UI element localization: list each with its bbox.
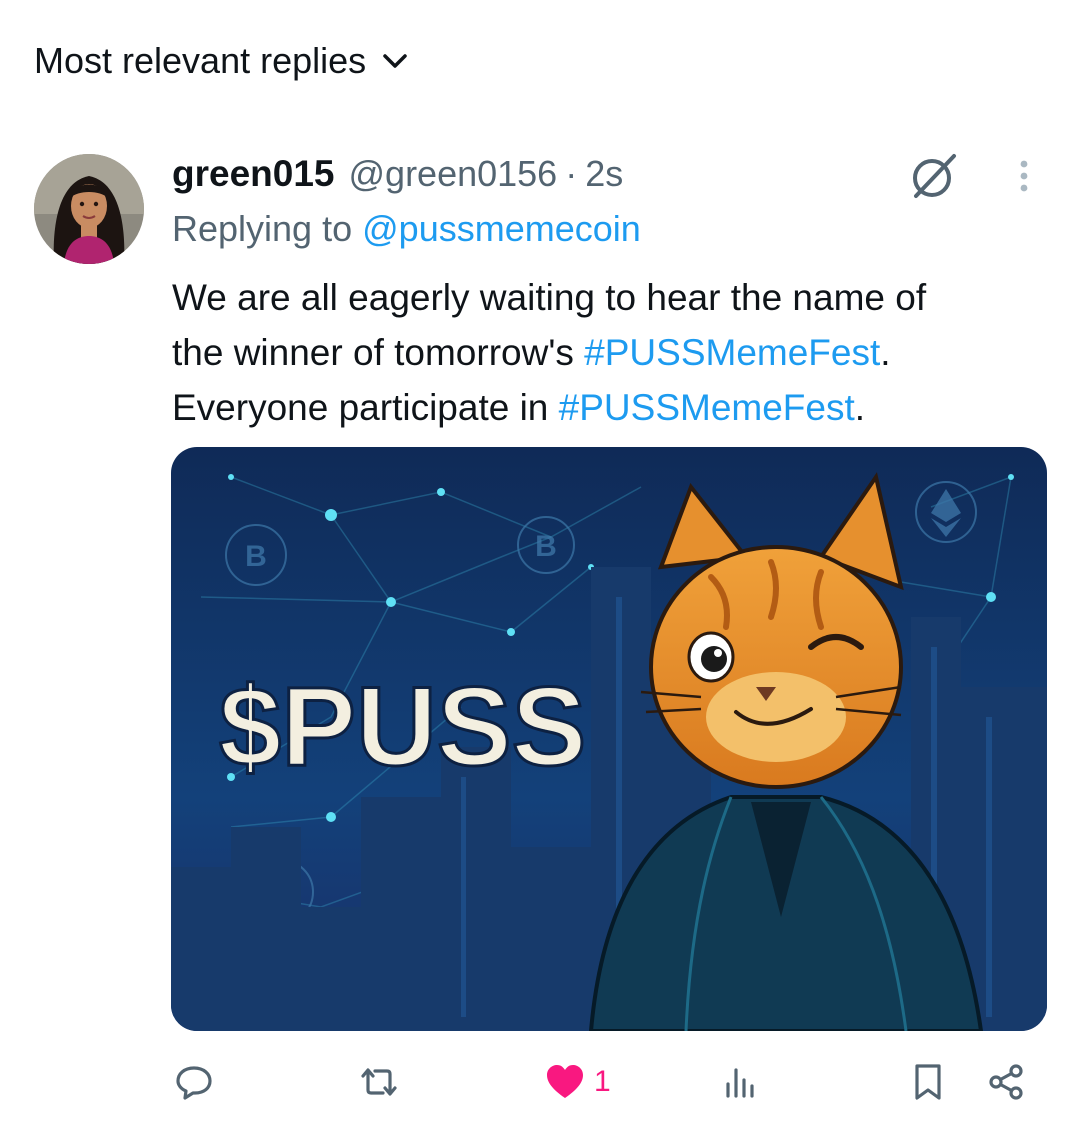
media-headline: $PUSS xyxy=(219,664,586,789)
replying-handle-link[interactable]: @pussmemecoin xyxy=(362,208,641,249)
heart-filled-icon xyxy=(544,1062,586,1102)
text-segment: . xyxy=(880,332,891,373)
share-button[interactable] xyxy=(986,1058,1026,1106)
bookmark-icon xyxy=(910,1062,946,1102)
more-options-icon[interactable] xyxy=(1006,152,1042,204)
tweet-header: green015 @green0156 · 2s xyxy=(172,150,623,198)
text-segment: Everyone participate in xyxy=(172,387,549,428)
user-handle[interactable]: @green0156 xyxy=(349,153,558,195)
views-button[interactable] xyxy=(722,1058,758,1106)
hashtag-link[interactable]: #PUSSMemeFest xyxy=(584,332,880,373)
display-name[interactable]: green015 xyxy=(172,153,335,195)
tweet-text-line-2: the winner of tomorrow's #PUSSMemeFest. xyxy=(172,325,1032,380)
tweet-media-image[interactable]: B B $PUSS xyxy=(171,447,1047,1031)
tweet-text-line-1: We are all eagerly waiting to hear the n… xyxy=(172,277,927,318)
retweet-button[interactable] xyxy=(357,1058,401,1106)
hashtag-link[interactable]: #PUSSMemeFest xyxy=(559,387,855,428)
svg-text:B: B xyxy=(245,540,267,573)
tweet-text: We are all eagerly waiting to hear the n… xyxy=(172,270,1032,435)
replying-to: Replying to @pussmemecoin xyxy=(172,208,641,250)
like-count: 1 xyxy=(594,1065,611,1098)
like-button[interactable]: 1 xyxy=(544,1058,611,1106)
sort-label: Most relevant replies xyxy=(34,40,367,81)
avatar[interactable] xyxy=(34,154,144,264)
reply-icon xyxy=(174,1062,214,1102)
grok-icon[interactable] xyxy=(908,150,960,202)
retweet-icon xyxy=(357,1062,401,1102)
separator-dot: · xyxy=(565,153,578,194)
text-segment: the winner of tomorrow's xyxy=(172,332,574,373)
replying-prefix: Replying to xyxy=(172,208,353,249)
text-segment: . xyxy=(854,387,866,428)
bookmark-button[interactable] xyxy=(910,1058,946,1106)
sort-selector[interactable]: Most relevant replies xyxy=(34,38,408,84)
tweet-text-line-3: Everyone participate in #PUSSMemeFest. xyxy=(172,380,1032,435)
share-icon xyxy=(986,1062,1026,1102)
reply-button[interactable] xyxy=(174,1058,214,1106)
timestamp[interactable]: 2s xyxy=(585,153,623,195)
svg-text:B: B xyxy=(535,530,557,563)
chevron-down-icon xyxy=(382,52,408,70)
views-icon xyxy=(722,1062,758,1102)
